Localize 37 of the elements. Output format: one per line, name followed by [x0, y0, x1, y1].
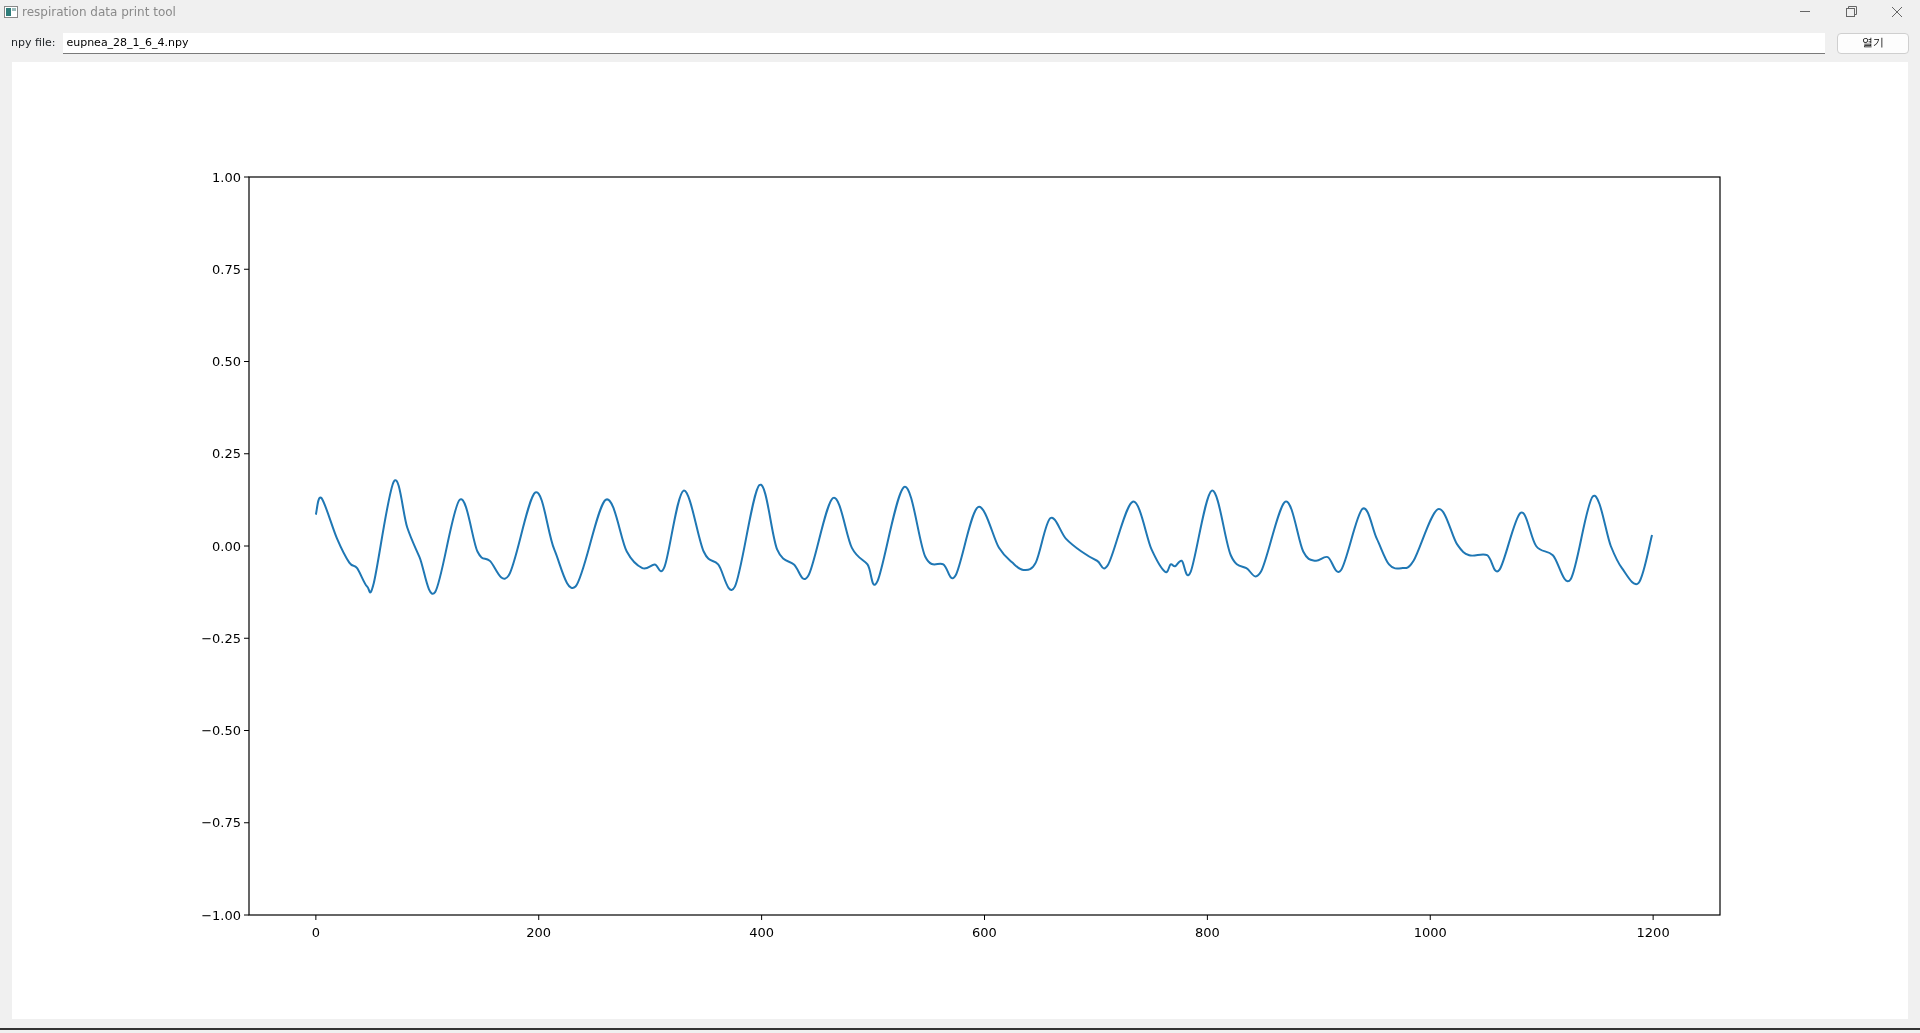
x-tick-label: 800 [1194, 925, 1220, 940]
x-tick-label: 600 [972, 925, 997, 940]
app-icon [4, 6, 18, 18]
y-tick [243, 268, 250, 270]
y-tick-label: −0.50 [201, 723, 241, 738]
x-tick-label: 1000 [1413, 925, 1447, 940]
y-tick [243, 914, 250, 916]
x-tick-label: 0 [311, 925, 320, 940]
x-tick-label: 400 [749, 925, 775, 940]
y-tick-label: −0.75 [201, 815, 241, 831]
open-button[interactable]: 열기 [1837, 32, 1909, 54]
y-tick [243, 822, 250, 824]
x-tick-label: 1200 [1636, 925, 1670, 940]
x-tick-label: 200 [526, 925, 552, 940]
x-tick [1652, 914, 1654, 921]
y-tick-label: 0.00 [212, 538, 241, 554]
y-tick [243, 453, 250, 455]
y-tick [243, 730, 250, 731]
x-tick [1206, 914, 1208, 921]
y-tick-label: −1.00 [201, 907, 241, 923]
y-tick [243, 361, 250, 362]
file-label: npy file: [11, 34, 56, 51]
window-title: respiration data print tool [22, 4, 176, 21]
x-tick [761, 914, 763, 921]
y-tick-label: 0.25 [212, 446, 241, 462]
file-path-field[interactable]: eupnea_28_1_6_4.npy [63, 32, 1825, 54]
y-tick [243, 545, 250, 547]
y-tick-label: 1.00 [212, 169, 241, 185]
y-tick-label: 0.75 [212, 261, 241, 277]
y-tick-label: 0.50 [212, 354, 241, 369]
x-tick [1429, 914, 1431, 921]
y-tick-label: −0.25 [201, 630, 241, 646]
x-tick [538, 914, 540, 921]
x-tick [315, 914, 317, 921]
y-tick [243, 176, 250, 178]
x-tick [984, 914, 985, 921]
y-tick [243, 637, 250, 639]
